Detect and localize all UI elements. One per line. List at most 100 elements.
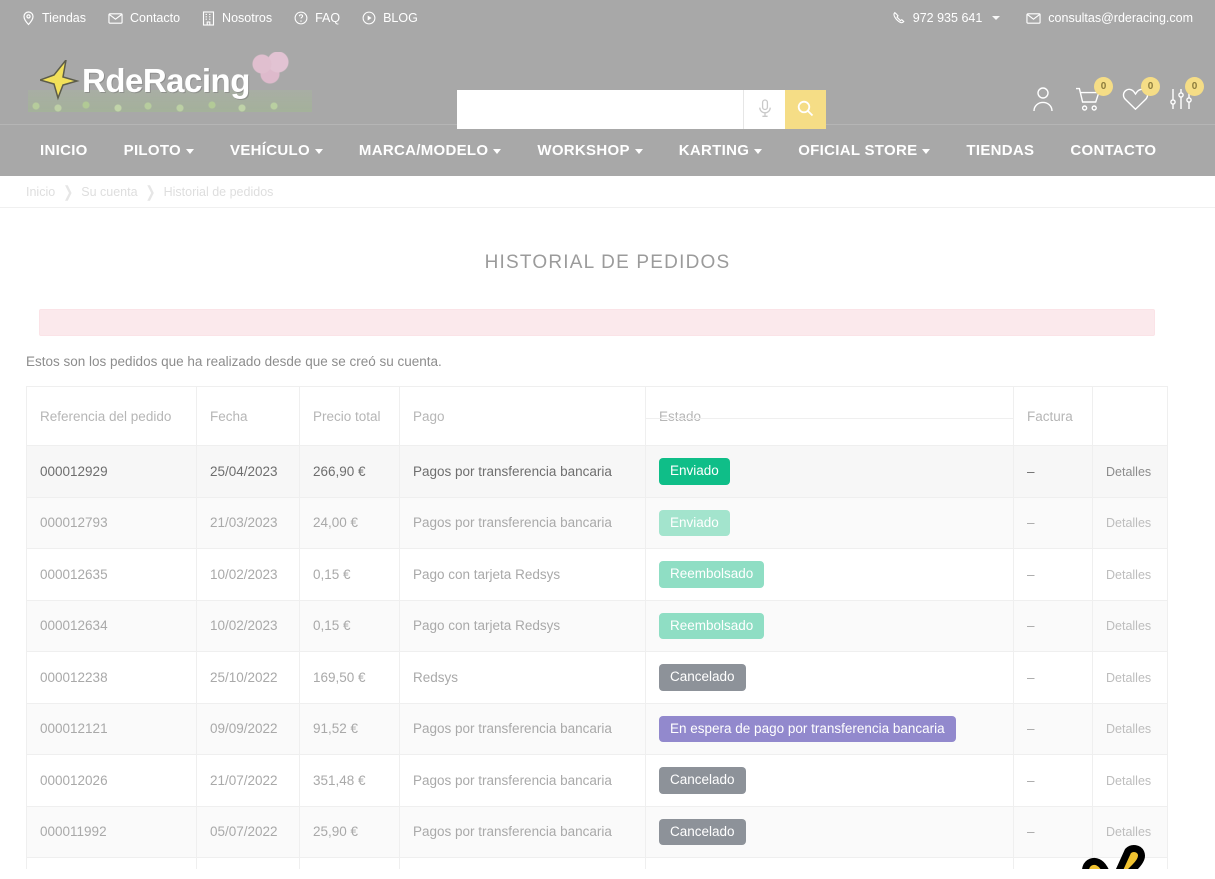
wishlist-button[interactable]: 0 bbox=[1122, 77, 1160, 116]
table-row[interactable]: 00001184002/05/202222,00 €Pagos por tran… bbox=[26, 857, 1168, 869]
nav-item-vehiculo[interactable]: VEHÍCULO bbox=[212, 142, 341, 159]
orders-intro-text: Estos son los pedidos que ha realizado d… bbox=[26, 354, 442, 369]
cell-order-invoice: – bbox=[1013, 857, 1093, 869]
cell-order-price: 25,90 € bbox=[299, 805, 400, 859]
cell-order-invoice: – bbox=[1013, 548, 1093, 601]
cell-order-reference: 000011840 bbox=[26, 857, 197, 869]
account-button[interactable] bbox=[1031, 86, 1055, 117]
cell-order-price: 24,00 € bbox=[299, 496, 400, 550]
nav-item-tiendas[interactable]: TIENDAS bbox=[948, 142, 1052, 159]
cell-order-payment: Pago con tarjeta Redsys bbox=[399, 599, 646, 653]
cell-order-price: 0,15 € bbox=[299, 599, 400, 653]
nav-item-marca-modelo[interactable]: MARCA/MODELO bbox=[341, 142, 519, 159]
search-input[interactable] bbox=[457, 90, 743, 129]
cell-order-invoice: – bbox=[1013, 445, 1093, 498]
nav-label: OFICIAL STORE bbox=[798, 142, 918, 159]
nav-item-contacto[interactable]: CONTACTO bbox=[1052, 142, 1174, 159]
topbar-email[interactable]: consultas@rderacing.com bbox=[1026, 11, 1193, 25]
order-details-link[interactable]: Detalles bbox=[1106, 619, 1151, 633]
voice-search-button[interactable] bbox=[743, 90, 785, 129]
order-details-link[interactable]: Detalles bbox=[1106, 722, 1151, 736]
cell-order-payment: Redsys bbox=[399, 651, 646, 704]
cell-order-reference: 000012635 bbox=[26, 548, 197, 601]
cell-order-payment: Pagos por transferencia bancaria bbox=[399, 445, 646, 498]
cart-button[interactable]: 0 bbox=[1075, 76, 1113, 117]
cell-order-status: En espera de pago por transferencia banc… bbox=[645, 702, 1014, 756]
topbar-link-tiendas[interactable]: Tiendas bbox=[22, 10, 87, 26]
cell-order-details: Detalles bbox=[1092, 857, 1168, 869]
order-details-link[interactable]: Detalles bbox=[1106, 825, 1151, 839]
table-row[interactable]: 000012121 09/09/2022 91,52 € Pagos por tran… bbox=[26, 702, 1168, 756]
compare-button[interactable]: 0 bbox=[1169, 77, 1204, 116]
breadcrumb-item-inicio[interactable]: Inicio bbox=[26, 185, 55, 199]
cell-order-reference: 000012238 bbox=[26, 651, 197, 704]
table-row[interactable]: 000012026 21/07/2022 351,48 € Pagos por tra… bbox=[26, 754, 1168, 807]
order-details-link[interactable]: Detalles bbox=[1106, 465, 1151, 479]
user-icon bbox=[1031, 86, 1055, 117]
cell-order-price: 266,90 € bbox=[299, 445, 400, 498]
topbar-email-address: consultas@rderacing.com bbox=[1048, 11, 1193, 25]
topbar-link-label: Tiendas bbox=[42, 11, 87, 25]
topbar-link-label: Nosotros bbox=[222, 11, 273, 25]
status-badge: Cancelado bbox=[659, 767, 746, 794]
cell-order-reference: 000012634 bbox=[26, 599, 197, 653]
table-row[interactable]: 000012634 10/02/2023 0,15 € Pago con tarjet… bbox=[26, 599, 1168, 653]
cell-order-status: En espera de pago por transferencia banc… bbox=[645, 857, 1014, 869]
logo-tree-decoration bbox=[252, 52, 290, 86]
main-navigation: INICIO PILOTO VEHÍCULO MARCA/MODELO WORK… bbox=[0, 124, 1215, 176]
top-utility-bar: Tiendas Contacto Nosotros FAQ BLOG 972 9… bbox=[0, 0, 1215, 36]
topbar-link-nosotros[interactable]: Nosotros bbox=[202, 10, 273, 26]
breadcrumb-item-su-cuenta[interactable]: Su cuenta bbox=[81, 185, 137, 199]
topbar-link-label: FAQ bbox=[315, 11, 341, 25]
nav-item-oficial-store[interactable]: OFICIAL STORE bbox=[780, 142, 948, 159]
cell-order-date: 25/10/2022 bbox=[196, 651, 300, 704]
table-row[interactable]: 000011992 05/07/2022 25,90 € Pagos por tran… bbox=[26, 805, 1168, 859]
orders-table-container: Referencia del pedido Fecha Precio total… bbox=[26, 369, 1189, 869]
cell-order-invoice: – bbox=[1013, 651, 1093, 704]
status-badge: Enviado bbox=[659, 458, 730, 485]
nav-item-karting[interactable]: KARTING bbox=[661, 142, 780, 159]
topbar-phone[interactable]: 972 935 641 bbox=[892, 11, 1001, 25]
chevron-down-icon bbox=[186, 149, 195, 154]
topbar-link-faq[interactable]: FAQ bbox=[294, 11, 340, 25]
cell-order-reference: 000012121 bbox=[26, 702, 197, 756]
cell-order-reference: 000012929 bbox=[26, 445, 197, 498]
chevron-down-icon bbox=[493, 149, 502, 154]
topbar-link-blog[interactable]: BLOG bbox=[362, 11, 418, 25]
table-row[interactable]: 000012929 25/04/2023 266,90 € Pagos por tra… bbox=[26, 445, 1168, 498]
site-header: RdeRacing 0 0 0 bbox=[0, 36, 1215, 129]
nav-label: KARTING bbox=[678, 142, 750, 159]
status-badge: Reembolsado bbox=[659, 612, 765, 640]
cell-order-details: Detalles bbox=[1092, 599, 1168, 653]
table-row[interactable]: 000012793 21/03/2023 24,00 € Pagos por tran… bbox=[26, 496, 1168, 550]
nav-item-workshop[interactable]: WORKSHOP bbox=[519, 142, 660, 159]
cell-order-price: 169,50 € bbox=[299, 651, 400, 704]
order-details-link[interactable]: Detalles bbox=[1106, 568, 1151, 582]
logo-star-icon bbox=[40, 60, 80, 101]
orders-table: Referencia del pedido Fecha Precio total… bbox=[26, 386, 1168, 869]
chevron-down-icon bbox=[992, 16, 1001, 20]
table-row[interactable]: 000012238 25/10/2022 169,50 € Redsys Cancela… bbox=[26, 651, 1168, 704]
cell-order-status: Reembolsado bbox=[645, 599, 1014, 653]
topbar-link-contacto[interactable]: Contacto bbox=[108, 11, 180, 25]
nav-item-piloto[interactable]: PILOTO bbox=[106, 142, 212, 159]
play-circle-icon bbox=[362, 11, 376, 25]
cell-order-date: 21/07/2022 bbox=[196, 754, 300, 807]
col-header-price: Precio total bbox=[299, 386, 400, 446]
order-details-link[interactable]: Detalles bbox=[1106, 516, 1151, 530]
table-row[interactable]: 000012635 10/02/2023 0,15 € Pago con tarjet… bbox=[26, 548, 1168, 601]
nav-item-inicio[interactable]: INICIO bbox=[22, 142, 106, 159]
order-details-link[interactable]: Detalles bbox=[1106, 671, 1151, 685]
search-bar bbox=[457, 90, 826, 129]
order-details-link[interactable]: Detalles bbox=[1106, 774, 1151, 788]
cell-order-status: Cancelado bbox=[645, 754, 1014, 807]
col-header-reference: Referencia del pedido bbox=[26, 386, 197, 446]
search-submit-button[interactable] bbox=[785, 90, 826, 129]
breadcrumb-separator-icon: ❯ bbox=[63, 182, 74, 201]
breadcrumb-separator-icon: ❯ bbox=[145, 182, 156, 201]
cell-order-invoice: – bbox=[1013, 754, 1093, 807]
site-logo[interactable]: RdeRacing bbox=[22, 48, 312, 112]
cell-order-payment: Pagos por transferencia bancaria bbox=[399, 805, 646, 859]
cell-order-payment: Pagos por transferencia bancaria bbox=[399, 702, 646, 756]
breadcrumb: Inicio ❯ Su cuenta ❯ Historial de pedido… bbox=[0, 176, 1215, 208]
